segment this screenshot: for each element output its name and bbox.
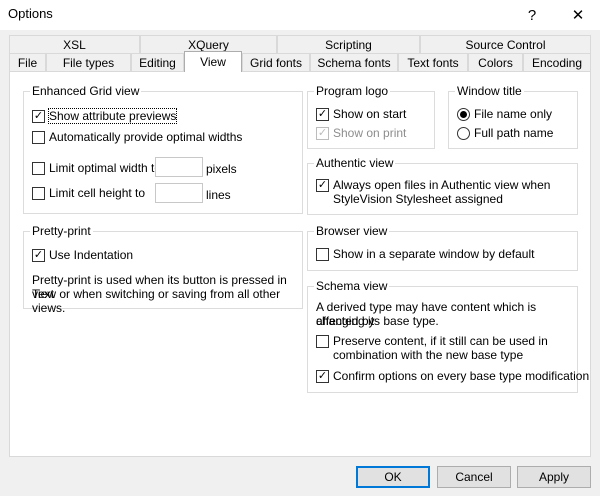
enhanced-grid-group: Enhanced Grid view ✓ Show attribute prev…	[23, 84, 303, 214]
use-indentation-checkbox[interactable]: ✓ Use Indentation	[32, 248, 133, 262]
checkbox-box	[316, 335, 329, 348]
tab-xsl[interactable]: XSL	[9, 35, 140, 53]
tab-scripting[interactable]: Scripting	[277, 35, 420, 53]
always-open-authentic-label-1: Always open files in Authentic view when	[333, 178, 551, 192]
title-bar: Options ? ✕	[0, 0, 600, 30]
tab-source-control[interactable]: Source Control	[420, 35, 591, 53]
help-icon[interactable]: ?	[510, 0, 554, 30]
pretty-print-title: Pretty-print	[30, 224, 93, 238]
use-indentation-label: Use Indentation	[49, 248, 134, 262]
tab-view[interactable]: View	[184, 51, 242, 72]
window-title-group: Window title File name only Full path na…	[448, 84, 578, 149]
show-on-print-checkbox: ✓ Show on print	[316, 126, 406, 140]
pixels-unit-label: pixels	[206, 162, 237, 176]
schema-desc-line2: changing its base type.	[316, 314, 439, 328]
file-name-only-radio[interactable]: File name only	[457, 107, 552, 121]
full-path-name-radio[interactable]: Full path name	[457, 126, 553, 140]
tab-panel-view: Enhanced Grid view ✓ Show attribute prev…	[9, 71, 591, 457]
program-logo-group: Program logo ✓ Show on start ✓ Show on p…	[307, 84, 435, 149]
separate-window-label: Show in a separate window by default	[333, 247, 535, 261]
show-attribute-previews-label: Show attribute previews	[47, 108, 178, 124]
checkbox-box: ✓	[32, 248, 45, 262]
full-path-name-label: Full path name	[474, 126, 554, 140]
checkbox-box	[32, 130, 45, 144]
show-on-print-label: Show on print	[333, 126, 407, 140]
preserve-content-checkbox[interactable]: Preserve content, if it still can be use…	[316, 334, 548, 362]
separate-window-checkbox[interactable]: Show in a separate window by default	[316, 247, 534, 261]
pretty-print-desc-line2: view or when switching or saving from al…	[32, 287, 281, 315]
window-title: Options	[8, 6, 53, 21]
apply-button[interactable]: Apply	[517, 466, 591, 488]
checkbox-box: ✓	[316, 107, 329, 121]
always-open-authentic-label-2: StyleVision Stylesheet assigned	[333, 192, 503, 206]
authentic-view-title: Authentic view	[314, 156, 396, 170]
limit-width-input[interactable]	[155, 157, 203, 177]
limit-width-checkbox[interactable]: Limit optimal width to	[32, 161, 161, 175]
show-on-start-checkbox[interactable]: ✓ Show on start	[316, 107, 406, 121]
ok-button[interactable]: OK	[356, 466, 430, 488]
browser-view-title: Browser view	[314, 224, 390, 238]
auto-optimal-widths-label: Automatically provide optimal widths	[49, 130, 243, 144]
cancel-button[interactable]: Cancel	[437, 466, 511, 488]
lines-unit-label: lines	[206, 188, 231, 202]
auto-optimal-widths-checkbox[interactable]: Automatically provide optimal widths	[32, 130, 242, 144]
preserve-content-label-2: combination with the new base type	[333, 348, 524, 362]
pretty-print-group: Pretty-print ✓ Use Indentation Pretty-pr…	[23, 224, 303, 315]
radio-circle	[457, 107, 470, 121]
schema-view-group: Schema view A derived type may have cont…	[307, 279, 589, 393]
close-icon[interactable]: ✕	[556, 0, 600, 30]
tab-file-types[interactable]: File types	[46, 53, 131, 71]
confirm-options-label: Confirm options on every base type modif…	[333, 369, 590, 383]
limit-height-checkbox[interactable]: Limit cell height to	[32, 186, 145, 200]
show-on-start-label: Show on start	[333, 107, 407, 121]
limit-height-input[interactable]	[155, 183, 203, 203]
confirm-options-checkbox[interactable]: ✓ Confirm options on every base type mod…	[316, 369, 589, 383]
checkbox-box	[316, 247, 329, 261]
program-logo-title: Program logo	[314, 84, 391, 98]
tab-editing[interactable]: Editing	[131, 53, 184, 71]
limit-height-label: Limit cell height to	[49, 186, 146, 200]
radio-circle	[457, 126, 470, 140]
enhanced-grid-title: Enhanced Grid view	[30, 84, 142, 98]
show-attribute-previews-checkbox[interactable]: ✓ Show attribute previews	[32, 108, 178, 124]
always-open-authentic-checkbox[interactable]: ✓ Always open files in Authentic view wh…	[316, 178, 550, 206]
schema-view-title: Schema view	[314, 279, 390, 293]
tab-encoding[interactable]: Encoding	[523, 53, 591, 71]
preserve-content-label-1: Preserve content, if it still can be use…	[333, 334, 548, 348]
file-name-only-label: File name only	[474, 107, 553, 121]
tab-schema-fonts[interactable]: Schema fonts	[310, 53, 398, 71]
checkbox-box: ✓	[316, 179, 329, 192]
checkbox-box	[32, 186, 45, 200]
limit-width-label: Limit optimal width to	[49, 161, 162, 175]
authentic-view-group: Authentic view ✓ Always open files in Au…	[307, 156, 578, 215]
checkbox-box: ✓	[316, 126, 329, 140]
tab-text-fonts[interactable]: Text fonts	[398, 53, 468, 71]
browser-view-group: Browser view Show in a separate window b…	[307, 224, 578, 271]
checkbox-box: ✓	[316, 369, 329, 383]
checkbox-box: ✓	[32, 109, 45, 123]
tab-file[interactable]: File	[9, 53, 46, 71]
tab-grid-fonts[interactable]: Grid fonts	[242, 53, 310, 71]
tab-colors[interactable]: Colors	[468, 53, 523, 71]
checkbox-box	[32, 161, 45, 175]
window-title-group-title: Window title	[455, 84, 524, 98]
